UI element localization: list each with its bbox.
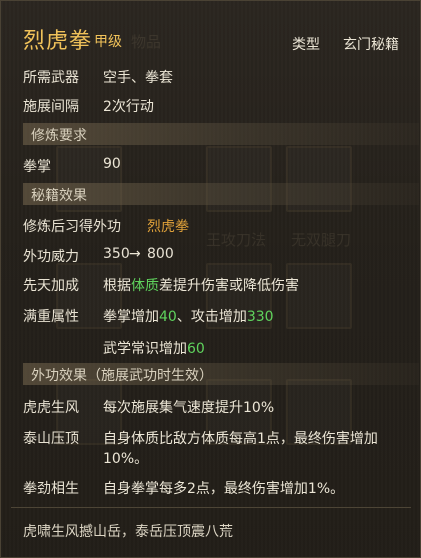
innate-text-post: 差提升伤害或降低伤害: [159, 278, 299, 294]
fullweight-knowledge-value: 60: [187, 341, 205, 357]
power-label: 外功威力: [23, 249, 79, 265]
flavor-text: 虎啸生风撼山岳，泰岳压顶震八荒: [23, 524, 233, 540]
effect-label: 泰山压顶: [23, 431, 79, 447]
section-effects-header: 秘籍效果: [23, 183, 419, 205]
innate-attribute: 体质: [131, 278, 159, 294]
fullweight-attack-value: 330: [246, 309, 274, 325]
fullweight-label: 满重属性: [23, 309, 79, 325]
power-to: 800: [147, 246, 174, 262]
fist-requirement-label: 拳掌: [23, 159, 51, 175]
section-external-header: 外功效果（施展武功时生效）: [23, 363, 419, 385]
background-tab-label: 物品: [131, 33, 162, 51]
skill-type-value: 玄门秘籍: [343, 37, 399, 53]
fullweight-knowledge-text: 武学常识增加: [103, 341, 187, 357]
background-item-label: 王攻刀法: [206, 231, 267, 249]
effect-label: 虎虎生风: [23, 400, 79, 416]
effect-text: 自身拳掌每多2点，最终伤害增加1%。: [103, 481, 345, 497]
background-item-label: 无双腿刀: [291, 231, 352, 249]
fullweight-line1: 拳掌增加40、攻击增加330: [103, 306, 274, 326]
effect-text: 自身体质比敌方体质每高1点，最终伤害增加: [103, 431, 378, 447]
section-effects-title: 秘籍效果: [31, 188, 87, 204]
skill-grade: 甲级: [94, 34, 122, 50]
effect-text: 每次施展集气速度提升10%: [103, 400, 275, 416]
fullweight-attack-text: 、攻击增加: [176, 309, 247, 325]
learn-value: 烈虎拳: [147, 219, 189, 235]
section-cultivation-header: 修炼要求: [23, 123, 419, 145]
section-external-title: 外功效果（施展武功时生效）: [31, 368, 213, 384]
skill-type-label: 类型: [292, 37, 320, 53]
effect-label: 拳劲相生: [23, 481, 79, 497]
innate-text: 根据体质差提升伤害或降低伤害: [103, 275, 299, 295]
section-cultivation-title: 修炼要求: [31, 128, 87, 144]
innate-label: 先天加成: [23, 278, 79, 294]
background-slot: [286, 263, 352, 329]
interval-value: 2次行动: [103, 99, 154, 115]
fullweight-fist-text: 拳掌增加: [103, 309, 159, 325]
innate-text-pre: 根据: [103, 278, 131, 294]
fullweight-line2: 武学常识增加60: [103, 338, 205, 358]
fist-requirement-value: 90: [103, 156, 121, 172]
footer-divider: [11, 507, 411, 508]
learn-label: 修炼后习得外功: [23, 219, 121, 235]
fullweight-fist-value: 40: [159, 309, 177, 325]
power-from: 350: [103, 246, 130, 262]
effect-text-continued: 10%。: [103, 451, 149, 467]
weapon-label: 所需武器: [23, 70, 79, 86]
skill-name: 烈虎拳: [23, 29, 93, 54]
weapon-value: 空手、拳套: [103, 70, 173, 86]
power-arrow-icon: →: [129, 246, 141, 262]
interval-label: 施展间隔: [23, 99, 79, 115]
skill-tooltip-panel: 物品 王攻刀法 无双腿刀 烈虎拳 甲级 类型 玄门秘籍 所需武器 空手、拳套 施…: [0, 0, 421, 558]
